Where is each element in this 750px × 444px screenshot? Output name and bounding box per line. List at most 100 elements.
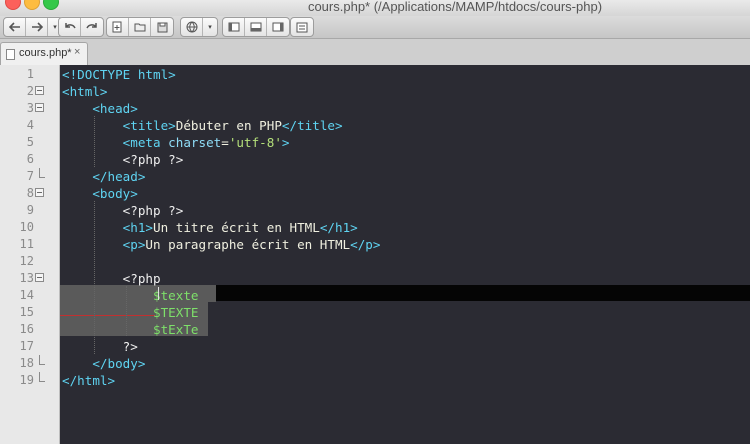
code-line: 17 ?> [0, 338, 750, 355]
tab-cours-php[interactable]: cours.php* × [0, 42, 88, 65]
fold-toggle-icon[interactable] [35, 188, 44, 197]
line-number: 3 [26, 101, 34, 115]
layout-group [222, 17, 290, 37]
code-text: $TEXTE [62, 304, 199, 321]
fold-toggle-icon[interactable] [35, 273, 44, 282]
text-caret [158, 287, 159, 300]
file-group [106, 17, 174, 37]
line-number: 18 [19, 356, 34, 370]
fold-end-icon [39, 355, 45, 365]
code-token: 'utf-8' [228, 135, 282, 150]
code-line: 12 [0, 253, 750, 270]
code-text: <?php ?> [62, 151, 184, 168]
line-number: 13 [19, 271, 34, 285]
code-text: <title>Débuter en PHP</title> [62, 117, 343, 134]
code-text: <p>Un paragraphe écrit en HTML</p> [62, 236, 381, 253]
code-line: 19 </html> [0, 372, 750, 389]
line-number: 5 [26, 135, 34, 149]
code-line: 1 <!DOCTYPE html> [0, 66, 750, 83]
fold-toggle-icon[interactable] [35, 86, 44, 95]
code-text: <?php [62, 270, 161, 287]
preview-globe-icon[interactable] [181, 18, 203, 36]
code-token: </html> [62, 373, 116, 388]
code-token: = [221, 135, 229, 150]
line-number: 14 [19, 288, 34, 302]
code-token: </title> [281, 118, 343, 133]
back-arrow-icon[interactable] [4, 18, 26, 36]
preview-group: ▾ [180, 17, 218, 37]
code-text: <h1>Un titre écrit en HTML</h1> [62, 219, 358, 236]
code-token: <head> [92, 101, 138, 116]
line-number: 9 [26, 203, 34, 217]
code-line: 16 $tExTe [0, 321, 750, 338]
line-number: 6 [26, 152, 34, 166]
open-folder-icon[interactable] [129, 18, 151, 36]
code-token: <?php [122, 271, 161, 286]
code-line: 6 <?php ?> [0, 151, 750, 168]
line-number: 15 [19, 305, 34, 319]
code-token: <!DOCTYPE html> [62, 67, 176, 82]
code-line: 8 <body> [0, 185, 750, 202]
code-token: <p> [122, 237, 146, 252]
line-number: 17 [19, 339, 34, 353]
fold-end-icon [39, 168, 45, 178]
line-number: 10 [19, 220, 34, 234]
code-text: <meta charset='utf-8'> [62, 134, 290, 151]
code-token: ?> [122, 339, 138, 354]
split-bottom-icon[interactable] [245, 18, 267, 36]
line-number: 16 [19, 322, 34, 336]
settings-icon[interactable] [291, 18, 313, 36]
fold-toggle-icon[interactable] [35, 103, 44, 112]
toolbar: ▾ ▾ [0, 16, 750, 39]
code-token: <meta [122, 135, 169, 150]
editor-window: cours.php* (/Applications/MAMP/htdocs/co… [0, 0, 750, 444]
code-line: 15 $TEXTE [0, 304, 750, 321]
close-tab-icon[interactable]: × [74, 46, 80, 58]
code-token: <h1> [122, 220, 154, 235]
code-token: $TEXTE [153, 305, 199, 320]
line-number: 11 [19, 237, 34, 251]
code-line: 4 <title>Débuter en PHP</title> [0, 117, 750, 134]
code-token: </h1> [319, 220, 358, 235]
code-token: $tExTe [153, 322, 199, 337]
code-text: <head> [62, 100, 138, 117]
line-number: 7 [26, 169, 34, 183]
file-icon [6, 49, 15, 60]
settings-group [290, 17, 314, 37]
code-token: <html> [62, 84, 108, 99]
code-text: $texte [62, 287, 199, 304]
code-line: 5 <meta charset='utf-8'> [0, 134, 750, 151]
undo-icon[interactable] [59, 18, 81, 36]
code-text: </head> [62, 168, 145, 185]
code-token: Un titre écrit en HTML [153, 220, 320, 235]
redo-icon[interactable] [81, 18, 103, 36]
line-number: 12 [19, 254, 34, 268]
window-title: cours.php* (/Applications/MAMP/htdocs/co… [307, 0, 603, 14]
code-line: 18 </body> [0, 355, 750, 372]
code-text: <?php ?> [62, 202, 184, 219]
line-number: 1 [26, 67, 34, 81]
line-number: 19 [19, 373, 34, 387]
forward-arrow-icon[interactable] [26, 18, 48, 36]
code-editor[interactable]: 1 <!DOCTYPE html> 2 <html> 3 <head> 4 <title>… [0, 65, 750, 444]
split-left-icon[interactable] [223, 18, 245, 36]
new-file-icon[interactable] [107, 18, 129, 36]
code-token: </head> [92, 169, 146, 184]
code-text: ?> [62, 338, 138, 355]
code-token: Débuter en PHP [175, 118, 282, 133]
code-token: charset [168, 135, 222, 150]
split-right-icon[interactable] [267, 18, 289, 36]
code-token: <body> [92, 186, 138, 201]
dropdown-icon[interactable]: ▾ [203, 18, 217, 36]
save-icon[interactable] [151, 18, 173, 36]
line-number: 8 [26, 186, 34, 200]
